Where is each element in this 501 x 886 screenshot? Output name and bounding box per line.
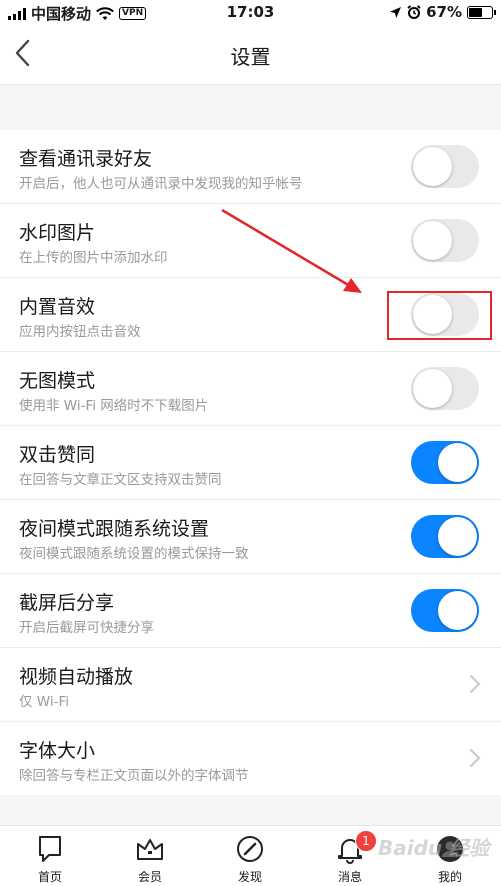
tab-bar: 首页 会员 发现 消息 1 我的	[0, 825, 501, 886]
settings-row: 截屏后分享开启后截屏可快捷分享	[0, 574, 501, 648]
settings-row-title: 双击赞同	[19, 444, 96, 466]
notification-badge: 1	[355, 830, 377, 852]
battery-icon	[467, 5, 496, 19]
settings-row: 无图模式使用非 Wi-Fi 网络时不下载图片	[0, 352, 501, 426]
settings-row-description: 在回答与文章正文区支持双击赞同	[19, 472, 222, 488]
toggle-switch[interactable]	[411, 515, 479, 558]
settings-row: 双击赞同在回答与文章正文区支持双击赞同	[0, 426, 501, 500]
compass-icon	[237, 836, 263, 862]
toggle-knob	[413, 369, 452, 408]
settings-row[interactable]: 视频自动播放仅 Wi-Fi	[0, 648, 501, 722]
tab-label: 发现	[237, 870, 262, 884]
settings-row-title: 查看通讯录好友	[19, 148, 153, 170]
toggle-knob	[438, 443, 477, 482]
toggle-switch[interactable]	[411, 441, 479, 484]
toggle-switch[interactable]	[411, 145, 479, 188]
settings-row-title: 夜间模式跟随系统设置	[19, 518, 210, 540]
settings-row-title: 截屏后分享	[19, 592, 115, 614]
tab-bell[interactable]: 消息 1	[300, 826, 400, 886]
chevron-right-icon	[470, 675, 481, 693]
annotation-highlight-box	[387, 291, 492, 340]
tab-label: 首页	[37, 870, 62, 884]
settings-row-description: 开启后，他人也可从通讯录中发现我的知乎帐号	[19, 176, 303, 192]
toggle-switch[interactable]	[411, 219, 479, 262]
toggle-knob	[438, 517, 477, 556]
settings-row-description: 使用非 Wi-Fi 网络时不下载图片	[19, 398, 209, 414]
settings-row-description: 在上传的图片中添加水印	[19, 250, 168, 266]
settings-row-title: 字体大小	[19, 740, 96, 762]
tab-crown[interactable]: 会员	[100, 826, 200, 886]
home-icon	[39, 836, 61, 862]
tab-avatar[interactable]: 我的	[400, 826, 500, 886]
battery-percent: 67%	[426, 3, 462, 21]
toggle-knob	[438, 591, 477, 630]
settings-row-title: 水印图片	[19, 222, 96, 244]
toggle-knob	[413, 147, 452, 186]
toggle-switch[interactable]	[411, 367, 479, 410]
page-title: 设置	[230, 45, 271, 69]
toggle-knob	[413, 221, 452, 260]
chevron-right-icon	[470, 749, 481, 767]
settings-row: 查看通讯录好友开启后，他人也可从通讯录中发现我的知乎帐号	[0, 130, 501, 204]
settings-list: 查看通讯录好友开启后，他人也可从通讯录中发现我的知乎帐号水印图片在上传的图片中添…	[0, 130, 501, 795]
location-arrow-icon	[390, 6, 402, 18]
settings-row-description: 除回答与专栏正文页面以外的字体调节	[19, 768, 249, 784]
tab-label: 我的	[437, 870, 462, 884]
tab-label: 消息	[337, 870, 362, 884]
alarm-icon	[407, 5, 421, 19]
settings-row-description: 开启后截屏可快捷分享	[19, 620, 154, 636]
settings-row[interactable]: 字体大小除回答与专栏正文页面以外的字体调节	[0, 722, 501, 795]
settings-row-title: 内置音效	[19, 296, 96, 318]
settings-row-description: 夜间模式跟随系统设置的模式保持一致	[19, 546, 249, 562]
tab-compass[interactable]: 发现	[200, 826, 300, 886]
tab-home[interactable]: 首页	[0, 826, 100, 886]
settings-row: 水印图片在上传的图片中添加水印	[0, 204, 501, 278]
toggle-switch[interactable]	[411, 589, 479, 632]
settings-row-description: 仅 Wi-Fi	[19, 694, 69, 710]
avatar-icon	[437, 836, 463, 862]
settings-row-title: 无图模式	[19, 370, 96, 392]
settings-row-description: 应用内按钮点击音效	[19, 324, 141, 340]
nav-bar: 设置	[0, 24, 501, 85]
settings-row: 夜间模式跟随系统设置夜间模式跟随系统设置的模式保持一致	[0, 500, 501, 574]
crown-icon	[137, 839, 163, 860]
tab-label: 会员	[137, 870, 162, 884]
status-bar: 中国移动 VPN 17:03 67%	[0, 0, 501, 24]
settings-row-title: 视频自动播放	[19, 666, 134, 688]
